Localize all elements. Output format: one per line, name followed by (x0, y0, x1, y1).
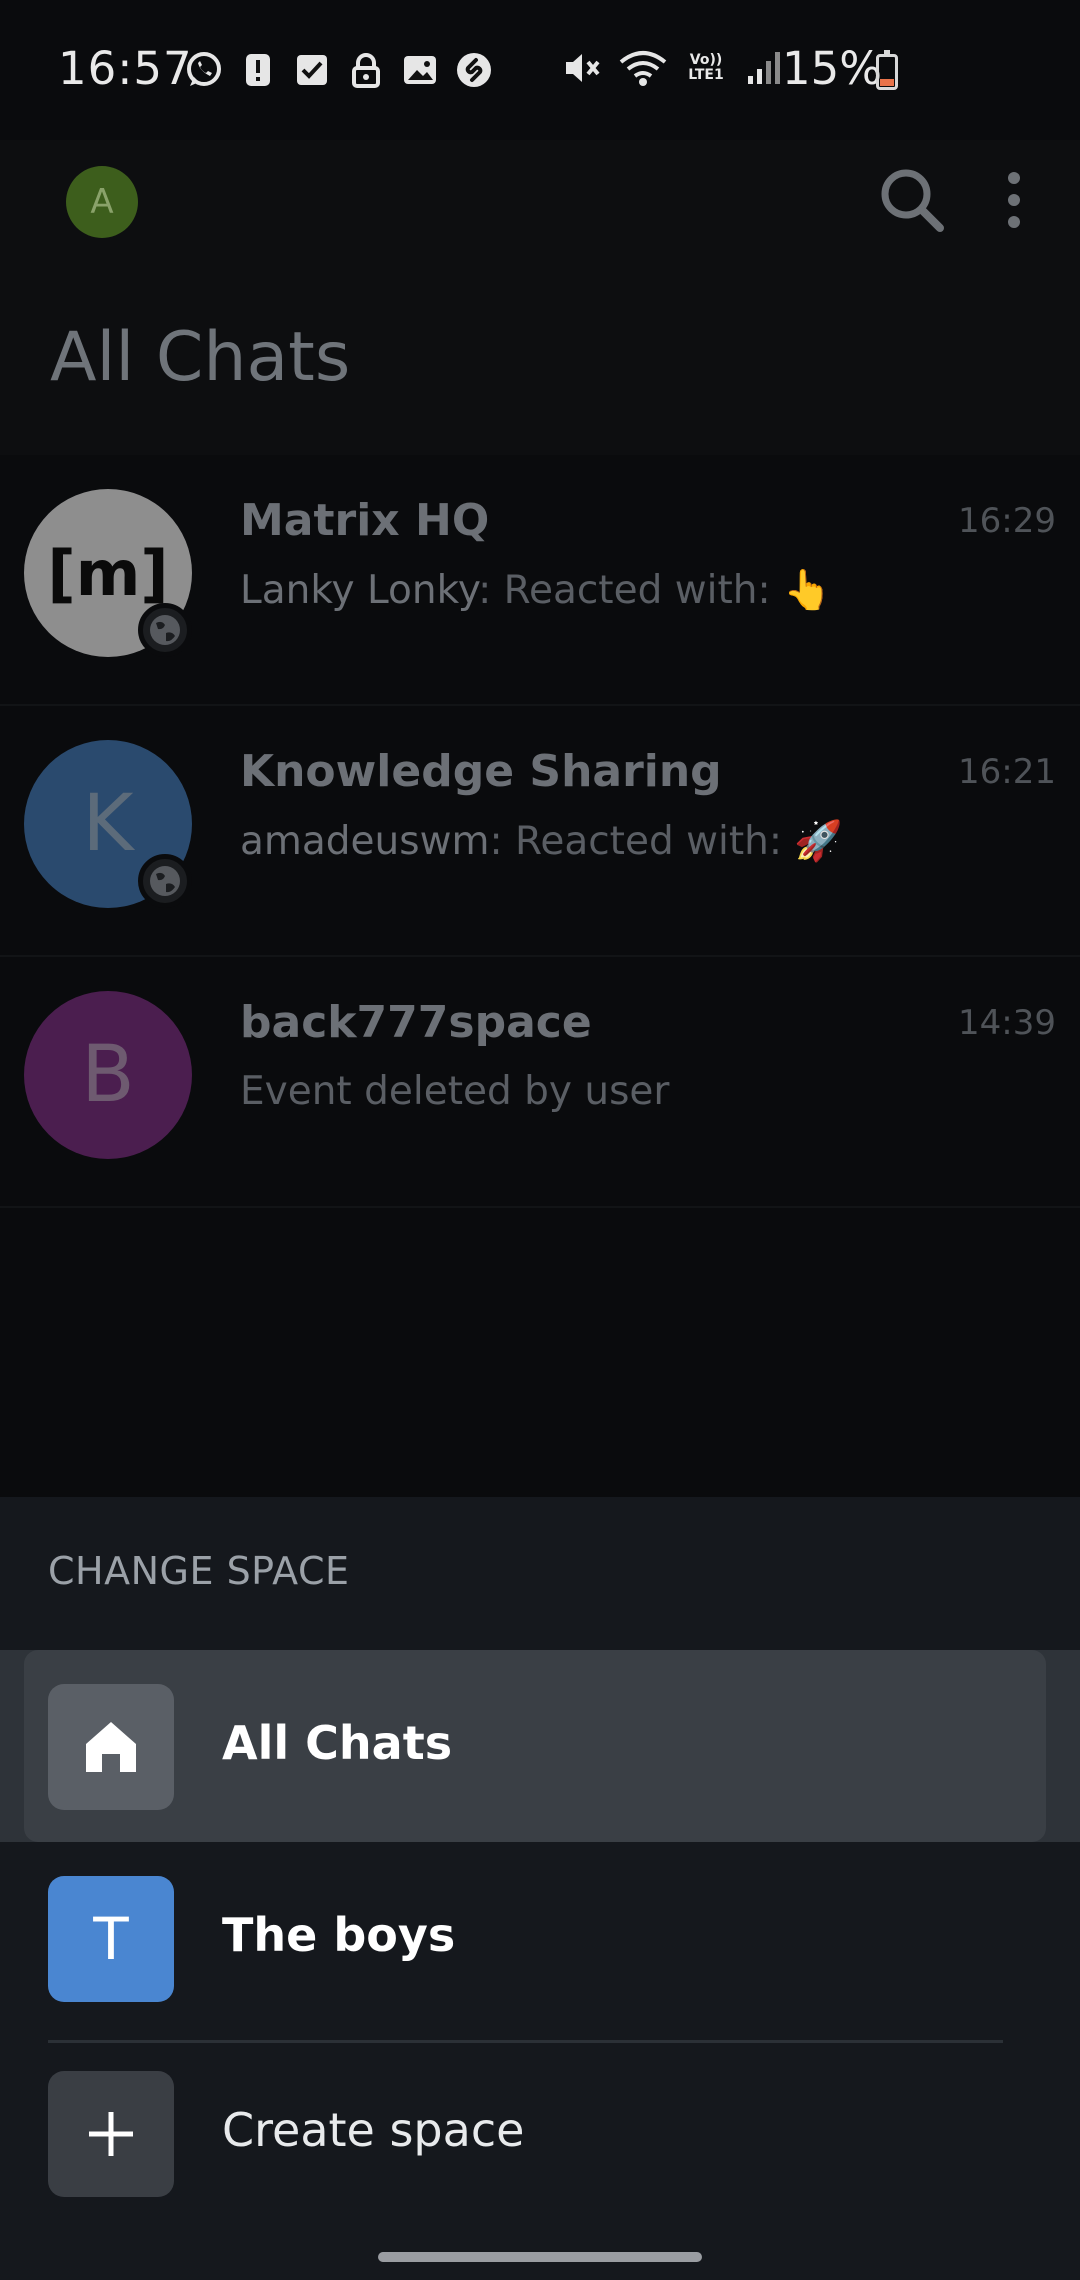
whatsapp-icon (184, 50, 224, 90)
volte-icon: Vo)) LTE1 (684, 48, 728, 88)
chat-avatar: B (24, 991, 192, 1159)
chat-time: 16:21 (958, 752, 1056, 792)
wifi-icon (618, 48, 668, 88)
user-avatar-initial: A (90, 182, 114, 222)
system-icons: Vo)) LTE1 (562, 48, 784, 88)
change-space-sheet: CHANGE SPACE All Chats T The boys Create… (0, 1497, 1080, 2280)
chat-row-matrix-hq[interactable]: [m] Matrix HQ Lanky Lonky: Reacted with:… (0, 455, 1080, 706)
shazam-icon (454, 50, 494, 90)
space-avatar: T (48, 1876, 174, 2002)
chat-row-knowledge-sharing[interactable]: K Knowledge Sharing amadeuswm: Reacted w… (0, 706, 1080, 957)
public-room-badge (138, 603, 192, 657)
chat-row-back777space[interactable]: B back777space Event deleted by user 14:… (0, 957, 1080, 1208)
space-icon-tile (48, 1684, 174, 1810)
public-room-badge (138, 854, 192, 908)
chat-name: back777space (240, 997, 592, 1048)
chat-name: Knowledge Sharing (240, 746, 722, 797)
chat-preview: amadeuswm: Reacted with: 🚀 (240, 818, 843, 864)
selected-highlight (24, 1650, 1046, 1842)
search-button[interactable] (876, 164, 948, 236)
chat-time: 16:29 (958, 501, 1056, 541)
space-label: Create space (222, 2103, 525, 2157)
space-icon-tile (48, 2071, 174, 2197)
space-item-the-boys[interactable]: T The boys (0, 1842, 1080, 2034)
plus-icon (89, 2112, 133, 2156)
lock-icon (346, 50, 386, 90)
globe-icon (150, 615, 180, 645)
space-label: The boys (222, 1908, 456, 1962)
gesture-home-indicator[interactable] (378, 2252, 702, 2262)
chat-preview: Lanky Lonky: Reacted with: 👆 (240, 567, 832, 613)
status-bar: 16:57 Vo)) LTE1 15% (0, 0, 1080, 140)
search-icon (881, 169, 944, 232)
more-vertical-icon (1008, 172, 1020, 228)
checkbox-icon (292, 50, 332, 90)
create-space-button[interactable]: Create space (0, 2037, 1080, 2229)
chat-preview: Event deleted by user (240, 1069, 669, 1114)
space-avatar-initial: T (93, 1905, 129, 1973)
chat-preview-message: Event deleted by user (240, 1069, 670, 1114)
battery-percent: 15% (782, 42, 883, 95)
space-label: All Chats (222, 1716, 453, 1770)
signal-icon (744, 48, 784, 88)
matrix-logo-icon: [m] (47, 536, 169, 610)
chat-preview-message: : Reacted with: 🚀 (489, 819, 843, 864)
chat-preview-sender: amadeuswm (240, 819, 490, 864)
more-options-button[interactable] (996, 170, 1032, 230)
alert-icon (238, 50, 278, 90)
chat-preview-message: : Reacted with: 👆 (478, 568, 832, 613)
chat-list: [m] Matrix HQ Lanky Lonky: Reacted with:… (0, 455, 1080, 1208)
image-icon (400, 50, 440, 90)
chat-avatar-initial: K (82, 779, 134, 869)
page-title: All Chats (50, 318, 351, 397)
battery-icon (876, 50, 898, 90)
status-time: 16:57 (58, 42, 193, 95)
chat-name: Matrix HQ (240, 495, 490, 546)
sheet-title: CHANGE SPACE (48, 1549, 350, 1593)
notification-icons (184, 50, 494, 90)
chat-time: 14:39 (958, 1003, 1056, 1043)
volte-label: Vo)) LTE1 (688, 52, 724, 83)
chat-avatar-initial: B (81, 1030, 135, 1120)
mute-icon (562, 48, 602, 88)
user-avatar[interactable]: A (66, 166, 138, 238)
space-item-all-chats[interactable]: All Chats (0, 1650, 1080, 1842)
chat-list-screen: A All Chats [m] Matrix HQ Lanky Lonky: R… (0, 0, 1080, 1497)
chat-preview-sender: Lanky Lonky (240, 568, 479, 613)
home-icon (86, 1722, 136, 1772)
globe-icon (150, 866, 180, 896)
